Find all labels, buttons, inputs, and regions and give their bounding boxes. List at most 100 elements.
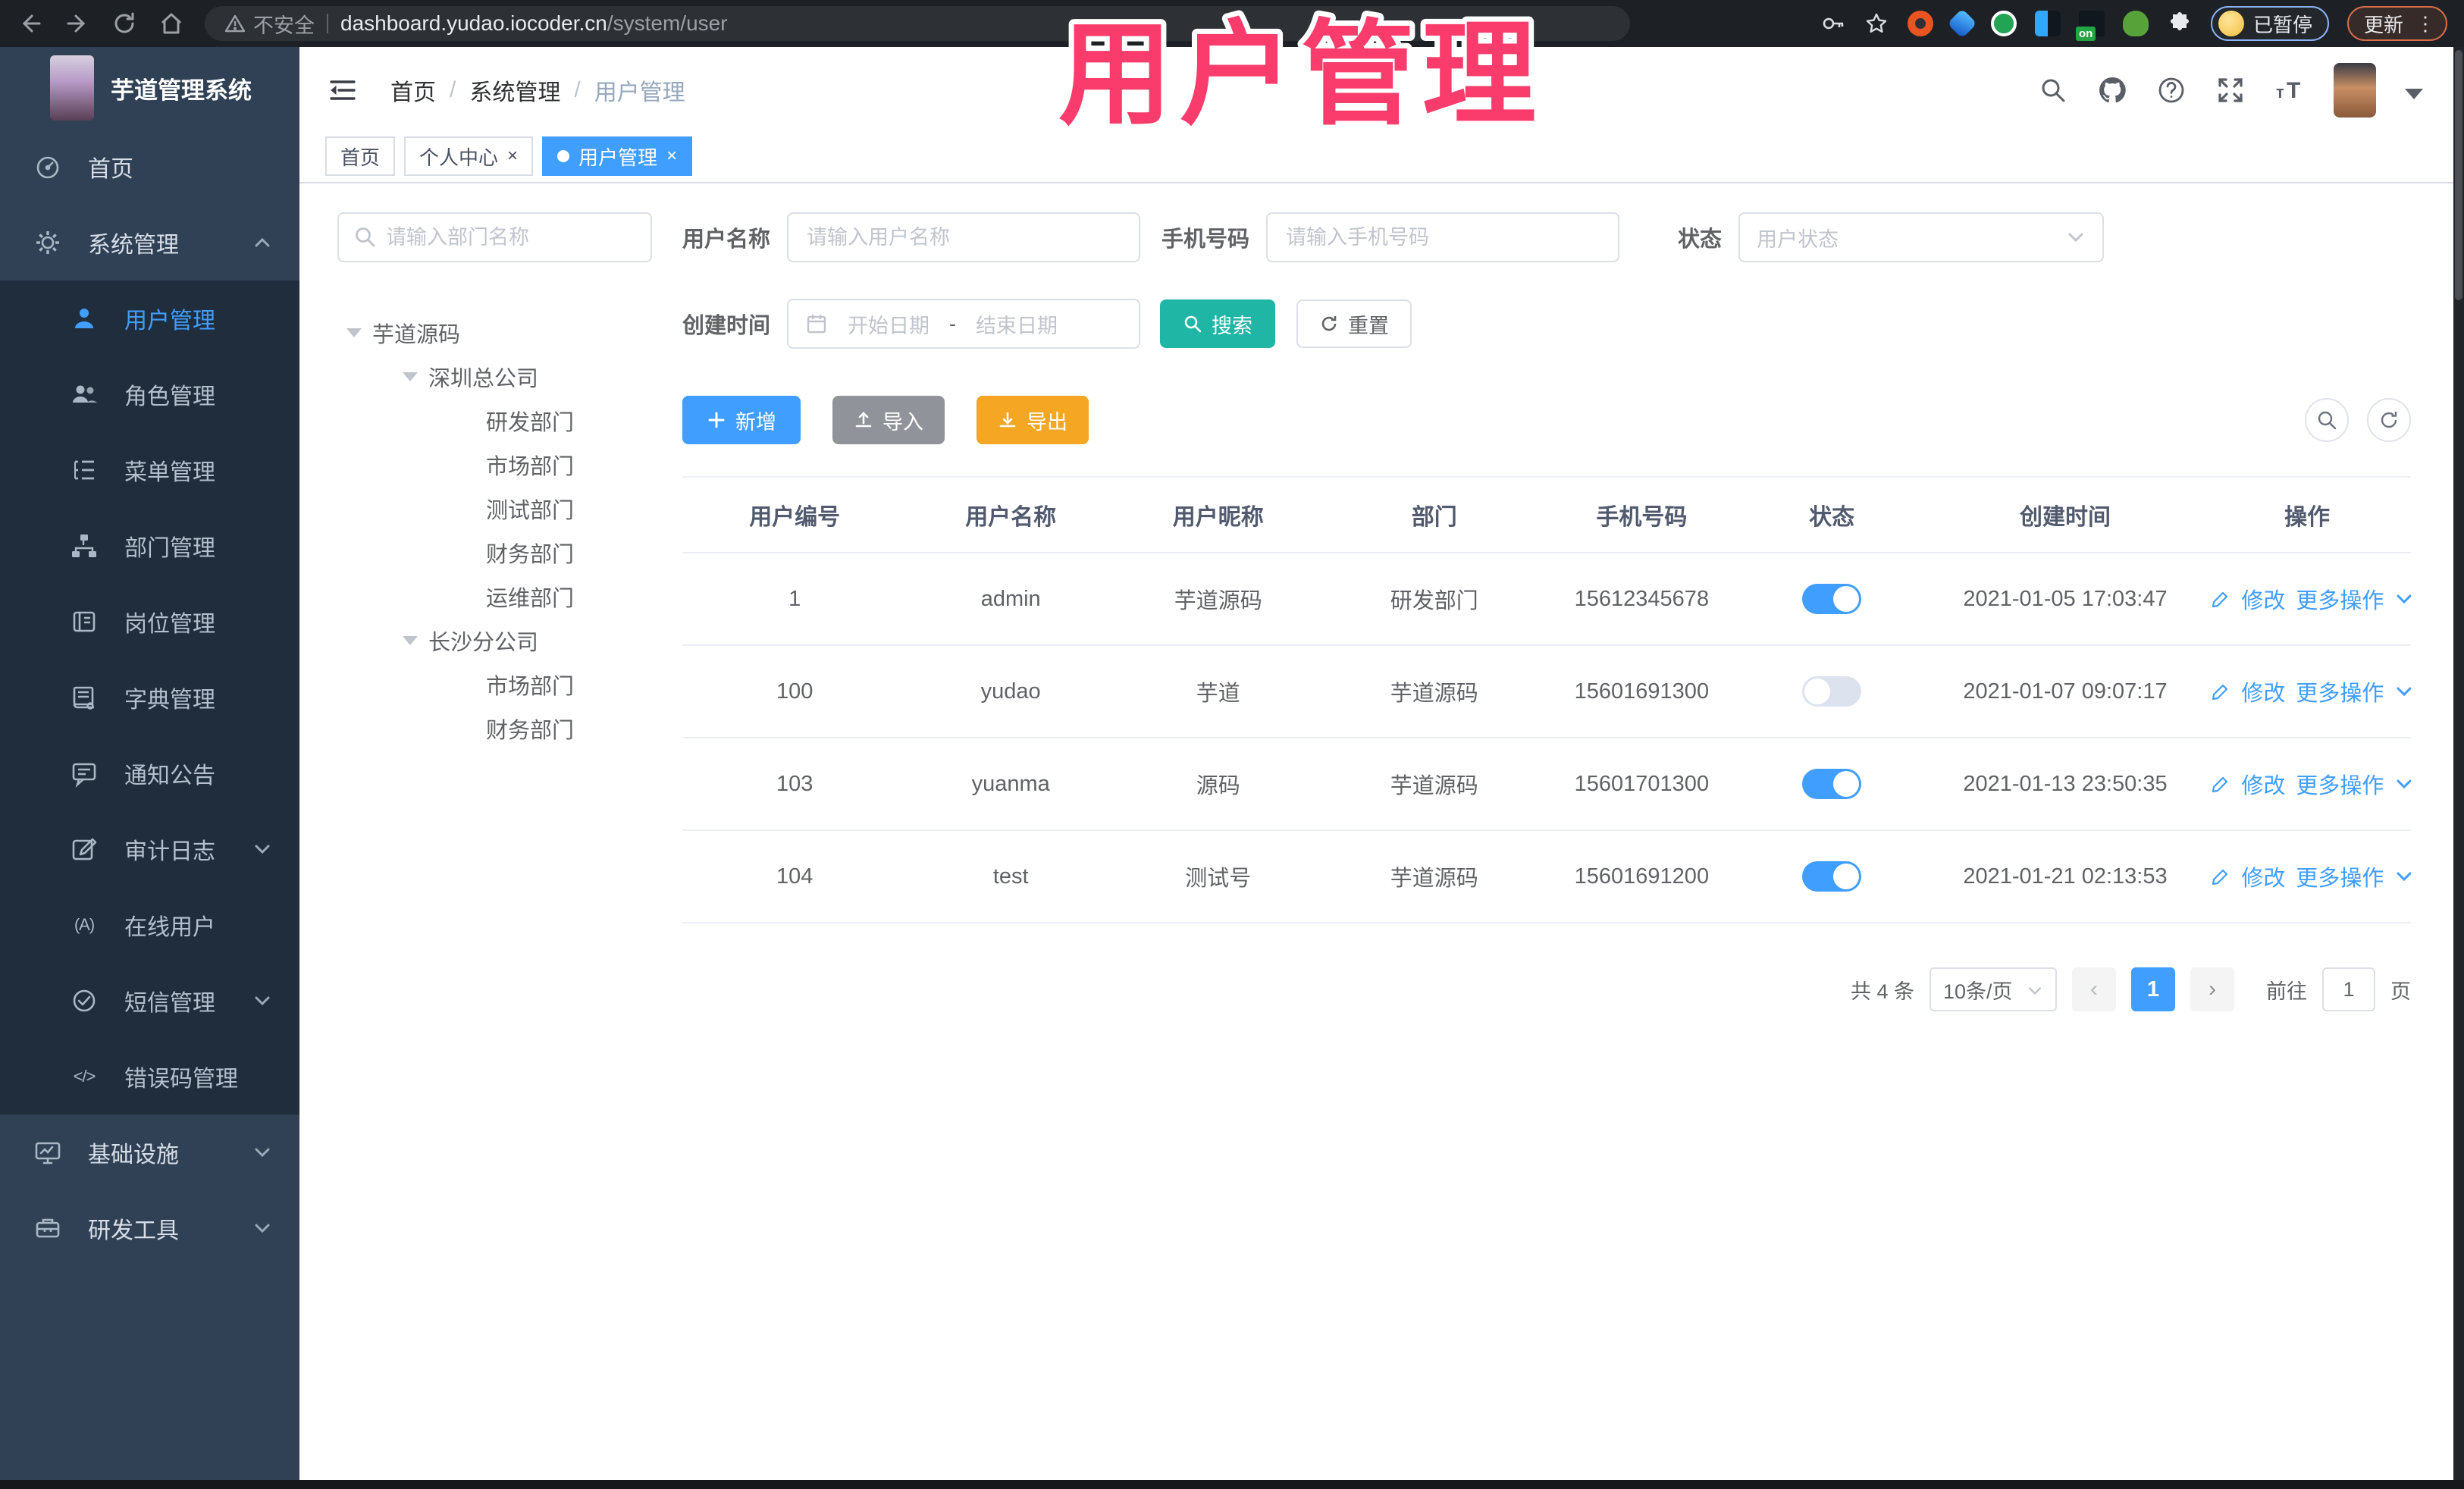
sidebar-item-dev-tools[interactable]: 研发工具 — [0, 1190, 299, 1266]
tab-profile[interactable]: 个人中心 × — [404, 136, 534, 176]
prev-page-button[interactable]: ‹ — [2072, 967, 2116, 1011]
more-actions-link[interactable]: 更多操作 — [2296, 860, 2384, 892]
edit-link[interactable]: 修改 — [2241, 860, 2285, 892]
sidebar-fold-icon[interactable] — [327, 74, 359, 106]
bookmark-star-icon[interactable] — [1864, 11, 1889, 36]
fullscreen-icon[interactable] — [2215, 75, 2246, 105]
browser-menu-kebab-icon[interactable]: ⋮ — [2415, 14, 2435, 33]
sidebar-item-user-mgmt[interactable]: 用户管理 — [0, 281, 299, 356]
sidebar-item-dict-mgmt[interactable]: 字典管理 — [0, 660, 299, 735]
next-page-button[interactable]: › — [2190, 967, 2234, 1011]
browser-profile-button[interactable]: 已暂停 — [2210, 6, 2329, 41]
extension-green-icon[interactable] — [1990, 11, 2017, 36]
extension-switch-icon[interactable]: on — [2075, 11, 2105, 41]
extension-ubuntu-icon[interactable] — [1907, 11, 1933, 36]
search-icon[interactable] — [2038, 75, 2068, 105]
font-size-icon[interactable]: тT — [2274, 75, 2305, 105]
tree-node[interactable]: 市场部门 — [337, 663, 652, 707]
tree-expand-icon[interactable] — [403, 372, 418, 381]
extension-mascot-icon[interactable] — [2122, 11, 2149, 36]
current-page-button[interactable]: 1 — [2131, 967, 2175, 1011]
tab-close-icon[interactable]: × — [666, 147, 677, 165]
browser-update-button[interactable]: 更新 ⋮ — [2346, 6, 2447, 41]
sidebar-item-home[interactable]: 首页 — [0, 129, 299, 205]
edit-link[interactable]: 修改 — [2241, 768, 2285, 800]
extension-squares-icon[interactable] — [2034, 11, 2061, 36]
tree-node[interactable]: 研发部门 — [337, 399, 652, 443]
user-avatar[interactable] — [2334, 63, 2376, 118]
tree-node[interactable]: 深圳总公司 — [337, 355, 652, 399]
status-toggle[interactable] — [1802, 584, 1862, 614]
dept-search — [337, 212, 652, 262]
date-range-picker[interactable]: 开始日期 - 结束日期 — [787, 299, 1141, 349]
more-actions-link[interactable]: 更多操作 — [2296, 768, 2384, 800]
sidebar-item-label: 通知公告 — [124, 763, 215, 788]
github-icon[interactable] — [2097, 75, 2127, 105]
browser-forward-icon[interactable] — [64, 10, 91, 37]
sidebar-item-online-users[interactable]: (A) 在线用户 — [0, 887, 299, 963]
page-scrollbar[interactable] — [2453, 47, 2464, 1489]
sidebar-item-system[interactable]: 系统管理 — [0, 205, 299, 281]
export-button[interactable]: 导出 — [977, 396, 1089, 444]
reset-button[interactable]: 重置 — [1296, 299, 1412, 348]
add-button[interactable]: 新增 — [682, 396, 801, 444]
toggle-search-button[interactable] — [2305, 398, 2349, 442]
import-button[interactable]: 导入 — [832, 396, 945, 444]
help-icon[interactable] — [2156, 75, 2187, 105]
dept-search-input[interactable] — [337, 212, 652, 262]
tab-close-icon[interactable]: × — [507, 147, 518, 165]
breadcrumb-home[interactable]: 首页 — [390, 74, 436, 107]
refresh-table-button[interactable] — [2367, 398, 2411, 442]
browser-reload-icon[interactable] — [111, 10, 138, 37]
password-key-icon[interactable] — [1820, 11, 1845, 36]
app-title: 芋道管理系统 — [111, 77, 252, 104]
site-security-indicator[interactable]: 不安全 — [224, 9, 315, 39]
url-host: dashboard.yudao.iocoder.cn — [340, 11, 607, 35]
tree-expand-icon[interactable] — [403, 636, 418, 645]
sidebar-item-audit-log[interactable]: 审计日志 — [0, 811, 299, 887]
username-input[interactable] — [787, 212, 1141, 262]
sidebar-item-role-mgmt[interactable]: 角色管理 — [0, 356, 299, 432]
sidebar-item-dept-mgmt[interactable]: 部门管理 — [0, 508, 299, 584]
tab-home[interactable]: 首页 — [325, 136, 396, 176]
status-toggle[interactable] — [1802, 769, 1862, 799]
mobile-input[interactable] — [1266, 212, 1620, 262]
sidebar-item-notice[interactable]: 通知公告 — [0, 735, 299, 811]
tree-node[interactable]: 长沙分公司 — [337, 619, 652, 663]
cell-username: yudao — [980, 679, 1041, 704]
sidebar-item-sms-mgmt[interactable]: 短信管理 — [0, 963, 299, 1039]
tree-expand-icon[interactable] — [346, 328, 362, 337]
tab-user-mgmt[interactable]: 用户管理 × — [542, 136, 693, 176]
edit-link[interactable]: 修改 — [2241, 676, 2285, 707]
search-button[interactable]: 搜索 — [1160, 299, 1276, 348]
tree-node[interactable]: 财务部门 — [337, 531, 652, 575]
search-icon — [1184, 315, 1202, 333]
browser-home-icon[interactable] — [158, 10, 185, 37]
browser-back-icon[interactable] — [17, 10, 44, 37]
edit-link[interactable]: 修改 — [2241, 583, 2285, 615]
avatar-caret-icon[interactable] — [2405, 89, 2423, 99]
tree-node[interactable]: 财务部门 — [337, 707, 652, 751]
tree-node[interactable]: 市场部门 — [337, 443, 652, 487]
tree-node[interactable]: 运维部门 — [337, 575, 652, 619]
browser-address-bar[interactable]: 不安全 dashboard.yudao.iocoder.cn/system/us… — [205, 6, 1630, 41]
sidebar-logo[interactable]: 芋道管理系统 — [0, 47, 299, 129]
status-toggle[interactable] — [1802, 861, 1862, 892]
scrollbar-thumb[interactable] — [2455, 50, 2462, 300]
toggle-knob — [1833, 586, 1860, 612]
tree-node-root[interactable]: 芋道源码 — [337, 311, 652, 355]
tree-node[interactable]: 测试部门 — [337, 487, 652, 531]
status-select[interactable]: 用户状态 — [1738, 212, 2105, 262]
page-size-select[interactable]: 10条/页 — [1930, 967, 2057, 1011]
sidebar-item-infrastructure[interactable]: 基础设施 — [0, 1114, 299, 1190]
more-actions-link[interactable]: 更多操作 — [2296, 676, 2384, 707]
sidebar-item-error-code[interactable]: </> 错误码管理 — [0, 1039, 299, 1114]
breadcrumb-system[interactable]: 系统管理 — [469, 74, 560, 107]
sidebar-item-post-mgmt[interactable]: 岗位管理 — [0, 584, 299, 660]
status-toggle[interactable] — [1802, 676, 1862, 707]
sidebar-item-menu-mgmt[interactable]: 菜单管理 — [0, 432, 299, 508]
extension-gem-icon[interactable] — [1947, 8, 1977, 39]
extensions-puzzle-icon[interactable] — [2167, 11, 2193, 36]
goto-page-input[interactable] — [2322, 967, 2375, 1011]
more-actions-link[interactable]: 更多操作 — [2296, 583, 2384, 615]
